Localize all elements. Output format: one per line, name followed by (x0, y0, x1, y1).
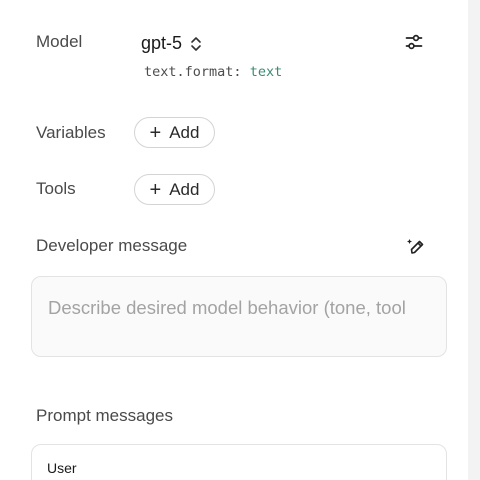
format-value[interactable]: text (250, 64, 283, 80)
model-selector[interactable]: gpt-5 (141, 33, 202, 54)
prompt-config-panel: Model gpt-5 text.format: text Variables … (0, 0, 468, 480)
add-variable-button[interactable]: + Add (134, 117, 215, 148)
model-name: gpt-5 (141, 33, 183, 53)
plus-icon: + (149, 178, 162, 201)
plus-icon: + (149, 121, 162, 144)
variables-label: Variables (36, 123, 106, 142)
developer-message-label: Developer message (36, 236, 188, 255)
model-label: Model (36, 32, 83, 51)
developer-message-input[interactable]: Describe desired model behavior (tone, t… (31, 276, 447, 357)
format-key: text.format: (144, 64, 242, 80)
text-format-info: text.format: text (144, 64, 282, 80)
developer-message-placeholder: Describe desired model behavior (tone, t… (48, 297, 406, 318)
tools-label: Tools (36, 179, 76, 198)
model-settings-button[interactable] (402, 31, 426, 53)
prompt-messages-label: Prompt messages (36, 406, 173, 425)
sliders-icon (405, 34, 423, 50)
add-variable-label: Add (169, 122, 200, 142)
message-role-label: User (47, 460, 77, 476)
generate-message-button[interactable] (406, 236, 426, 256)
chevron-up-down-icon (191, 36, 201, 51)
pen-sparkle-icon (407, 239, 424, 254)
add-tool-button[interactable]: + Add (134, 174, 215, 205)
add-tool-label: Add (169, 179, 200, 199)
user-message-card[interactable]: User (31, 444, 447, 480)
